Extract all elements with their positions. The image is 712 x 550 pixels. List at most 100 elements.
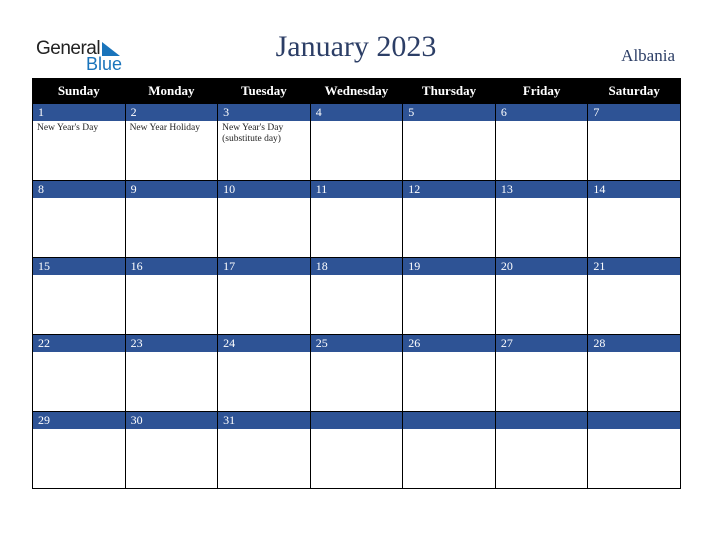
day-cell[interactable]: 3 New Year's Day (substitute day) xyxy=(217,103,311,181)
holiday-label: New Year's Day xyxy=(37,123,99,133)
day-number xyxy=(495,412,588,429)
holiday-label: New Year Holiday xyxy=(129,123,201,133)
day-cell[interactable]: 30 xyxy=(124,411,219,489)
day-cell[interactable]: 1 New Year's Day xyxy=(32,103,126,181)
holiday-label xyxy=(126,198,218,202)
day-cell[interactable]: 4 xyxy=(309,103,404,181)
holiday-label xyxy=(311,275,403,279)
day-cell[interactable]: 31 xyxy=(217,411,311,489)
day-number: 31 xyxy=(218,412,310,429)
day-number: 7 xyxy=(588,104,680,121)
day-number: 20 xyxy=(495,258,588,275)
day-number: 8 xyxy=(33,181,125,198)
day-cell[interactable] xyxy=(587,411,681,489)
day-cell[interactable]: 9 xyxy=(124,180,219,258)
weekday-header: Tuesday xyxy=(217,78,311,104)
day-cell[interactable]: 25 xyxy=(309,334,404,412)
holiday-label: New Year's Day (substitute day) xyxy=(222,123,284,144)
holiday-label xyxy=(496,198,588,202)
week-row: 29 30 31 xyxy=(32,411,681,489)
holiday-label xyxy=(218,429,310,433)
week-row: 8 9 10 11 12 13 14 xyxy=(32,180,681,258)
weekday-header-row: Sunday Monday Tuesday Wednesday Thursday Frid… xyxy=(32,78,681,104)
holiday-label xyxy=(403,121,495,125)
holiday-label xyxy=(126,352,218,356)
day-number: 10 xyxy=(218,181,310,198)
page-title: January 2023 xyxy=(275,30,437,63)
holiday-label xyxy=(33,429,125,433)
day-cell[interactable]: 8 xyxy=(32,180,126,258)
day-cell[interactable]: 5 xyxy=(402,103,496,181)
day-cell[interactable] xyxy=(494,411,589,489)
day-cell[interactable] xyxy=(309,411,404,489)
holiday-label xyxy=(126,275,218,279)
day-number: 3 xyxy=(218,104,310,121)
day-number: 16 xyxy=(125,258,218,275)
day-number xyxy=(588,412,680,429)
holiday-label xyxy=(403,198,495,202)
calendar-grid: Sunday Monday Tuesday Wednesday Thursday Frid… xyxy=(32,78,681,489)
day-cell[interactable]: 27 xyxy=(494,334,589,412)
day-number: 13 xyxy=(495,181,588,198)
week-row: 1 New Year's Day 2 New Year Holiday 3 New Yea… xyxy=(32,103,681,181)
day-cell[interactable]: 21 xyxy=(587,257,681,335)
holiday-label xyxy=(403,352,495,356)
day-cell[interactable]: 28 xyxy=(587,334,681,412)
holiday-label xyxy=(126,429,218,433)
day-number: 11 xyxy=(310,181,403,198)
day-cell[interactable]: 17 xyxy=(217,257,311,335)
weekday-header: Thursday xyxy=(402,78,496,104)
holiday-label xyxy=(311,429,403,433)
day-number xyxy=(310,412,403,429)
week-row: 15 16 17 18 19 20 21 xyxy=(32,257,681,335)
day-cell[interactable]: 13 xyxy=(494,180,589,258)
day-cell[interactable]: 24 xyxy=(217,334,311,412)
holiday-label xyxy=(33,198,125,202)
day-number: 18 xyxy=(310,258,403,275)
day-cell[interactable]: 6 xyxy=(494,103,589,181)
weekday-header: Saturday xyxy=(587,78,681,104)
day-cell[interactable]: 14 xyxy=(587,180,681,258)
day-cell[interactable]: 16 xyxy=(124,257,219,335)
day-number: 2 xyxy=(125,104,218,121)
holiday-label xyxy=(588,275,680,279)
day-cell[interactable]: 19 xyxy=(402,257,496,335)
holiday-label xyxy=(311,198,403,202)
day-number: 15 xyxy=(33,258,125,275)
day-cell[interactable]: 29 xyxy=(32,411,126,489)
holiday-label xyxy=(588,121,680,125)
day-cell[interactable]: 22 xyxy=(32,334,126,412)
day-number: 23 xyxy=(125,335,218,352)
holiday-label xyxy=(496,429,588,433)
day-number: 25 xyxy=(310,335,403,352)
day-cell[interactable] xyxy=(402,411,496,489)
day-number: 21 xyxy=(588,258,680,275)
holiday-label xyxy=(403,275,495,279)
day-cell[interactable]: 2 New Year Holiday xyxy=(124,103,219,181)
day-cell[interactable]: 11 xyxy=(309,180,404,258)
day-cell[interactable]: 26 xyxy=(402,334,496,412)
day-cell[interactable]: 7 xyxy=(587,103,681,181)
day-cell[interactable]: 10 xyxy=(217,180,311,258)
day-cell[interactable]: 12 xyxy=(402,180,496,258)
day-cell[interactable]: 23 xyxy=(124,334,219,412)
holiday-label xyxy=(311,352,403,356)
day-cell[interactable]: 15 xyxy=(32,257,126,335)
day-number: 6 xyxy=(495,104,588,121)
holiday-label xyxy=(588,429,680,433)
day-number: 1 xyxy=(33,104,125,121)
day-cell[interactable]: 20 xyxy=(494,257,589,335)
holiday-label xyxy=(218,352,310,356)
day-number: 26 xyxy=(403,335,495,352)
weekday-header: Friday xyxy=(494,78,589,104)
holiday-label xyxy=(33,275,125,279)
holiday-label xyxy=(218,275,310,279)
day-number: 29 xyxy=(33,412,125,429)
day-number: 12 xyxy=(403,181,495,198)
weekday-header: Wednesday xyxy=(309,78,404,104)
holiday-label xyxy=(588,198,680,202)
weekday-header: Sunday xyxy=(32,78,126,104)
day-cell[interactable]: 18 xyxy=(309,257,404,335)
holiday-label xyxy=(496,121,588,125)
day-number: 4 xyxy=(310,104,403,121)
